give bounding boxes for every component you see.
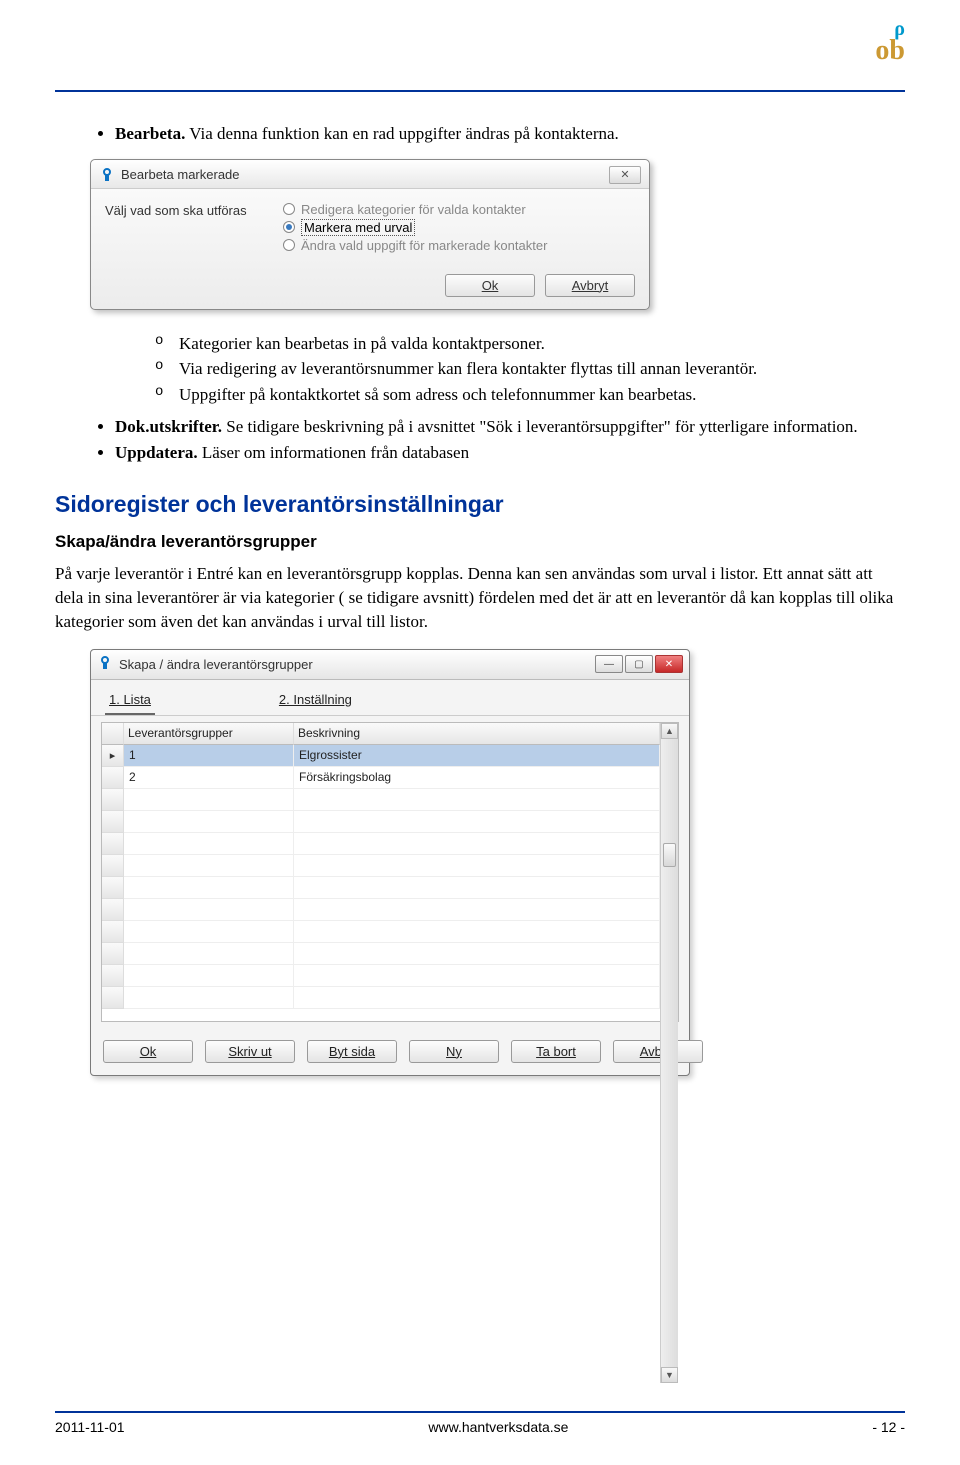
- cell-desc[interactable]: Elgrossister: [294, 745, 660, 767]
- dialog-bearbeta-markerade: Bearbeta markerade ✕ Välj vad som ska ut…: [90, 159, 650, 310]
- cell-empty[interactable]: [124, 987, 294, 1009]
- row-marker: [102, 921, 124, 943]
- brand-logo: ρ ob: [875, 20, 905, 63]
- row-marker: [102, 877, 124, 899]
- bullet-dokutskrifter: Dok.utskrifter. Se tidigare beskrivning …: [115, 415, 905, 439]
- app-icon: [97, 655, 113, 674]
- cell-empty[interactable]: [294, 855, 660, 877]
- cell-empty[interactable]: [124, 833, 294, 855]
- scroll-up-icon[interactable]: ▲: [661, 723, 678, 739]
- cell-empty[interactable]: [294, 899, 660, 921]
- close-icon[interactable]: ✕: [655, 655, 683, 673]
- row-marker: [102, 965, 124, 987]
- bullet-upp-label: Uppdatera.: [115, 443, 198, 462]
- header-rule: [55, 90, 905, 92]
- cancel-button[interactable]: Avbryt: [613, 1040, 703, 1063]
- tab-lista[interactable]: 1. Lista: [105, 688, 155, 715]
- grid-header-id: Leverantörsgrupper: [124, 723, 294, 745]
- minimize-icon[interactable]: —: [595, 655, 623, 673]
- radio-circle-icon: [283, 239, 295, 251]
- bullet-dok-text: Se tidigare beskrivning på i avsnittet "…: [222, 417, 858, 436]
- cell-empty[interactable]: [124, 921, 294, 943]
- cell-empty[interactable]: [124, 855, 294, 877]
- sub-heading: Skapa/ändra leverantörsgrupper: [55, 532, 905, 552]
- cell-empty[interactable]: [294, 965, 660, 987]
- maximize-icon[interactable]: ▢: [625, 655, 653, 673]
- bullet-bearbeta: Bearbeta. Via denna funktion kan en rad …: [115, 122, 905, 146]
- dialog1-titlebar: Bearbeta markerade ✕: [91, 160, 649, 189]
- radio-label: Redigera kategorier för valda kontakter: [301, 202, 526, 217]
- change-page-button[interactable]: Byt sida: [307, 1040, 397, 1063]
- row-marker-icon: ▸: [102, 745, 124, 767]
- cell-empty[interactable]: [294, 987, 660, 1009]
- tab-installning[interactable]: 2. Inställning: [275, 688, 356, 715]
- row-marker: [102, 987, 124, 1009]
- cell-empty[interactable]: [124, 943, 294, 965]
- radio-circle-icon: [283, 203, 295, 215]
- dialog1-options: Redigera kategorier för valda kontakter …: [283, 201, 635, 254]
- sub-item: Kategorier kan bearbetas in på valda kon…: [155, 332, 905, 356]
- delete-button[interactable]: Ta bort: [511, 1040, 601, 1063]
- bullet-dok-label: Dok.utskrifter.: [115, 417, 222, 436]
- row-marker: [102, 943, 124, 965]
- new-button[interactable]: Ny: [409, 1040, 499, 1063]
- radio-redigera-kategorier[interactable]: Redigera kategorier för valda kontakter: [283, 201, 635, 218]
- data-grid[interactable]: Leverantörsgrupper Beskrivning ▲ ▼ ▸ 1 E…: [101, 722, 679, 1022]
- sub-item: Via redigering av leverantörsnummer kan …: [155, 357, 905, 381]
- footer-page: - 12 -: [872, 1419, 905, 1435]
- cell-empty[interactable]: [124, 965, 294, 987]
- cell-empty[interactable]: [294, 943, 660, 965]
- window2-title: Skapa / ändra leverantörsgrupper: [119, 657, 595, 672]
- radio-markera-urval[interactable]: Markera med urval: [283, 218, 635, 237]
- section-heading: Sidoregister och leverantörsinställninga…: [55, 491, 905, 518]
- scroll-down-icon[interactable]: ▼: [661, 1367, 678, 1383]
- bullet-bearbeta-text: Via denna funktion kan en rad uppgifter …: [185, 124, 618, 143]
- window2-titlebar: Skapa / ändra leverantörsgrupper — ▢ ✕: [91, 650, 689, 680]
- cancel-button[interactable]: Avbryt: [545, 274, 635, 297]
- row-marker: [102, 789, 124, 811]
- cell-empty[interactable]: [294, 811, 660, 833]
- cell-id[interactable]: 2: [124, 767, 294, 789]
- app-icon: [99, 167, 115, 183]
- cell-empty[interactable]: [294, 833, 660, 855]
- print-button[interactable]: Skriv ut: [205, 1040, 295, 1063]
- dialog1-title: Bearbeta markerade: [121, 167, 609, 182]
- footer-date: 2011-11-01: [55, 1419, 125, 1435]
- ok-button[interactable]: Ok: [445, 274, 535, 297]
- cell-empty[interactable]: [294, 789, 660, 811]
- window-leverantorsgrupper: Skapa / ändra leverantörsgrupper — ▢ ✕ 1…: [90, 649, 690, 1076]
- cell-empty[interactable]: [124, 877, 294, 899]
- cell-empty[interactable]: [124, 811, 294, 833]
- cell-empty[interactable]: [294, 877, 660, 899]
- row-marker: [102, 899, 124, 921]
- footer-url: www.hantverksdata.se: [428, 1419, 568, 1435]
- dialog1-prompt: Välj vad som ska utföras: [105, 201, 265, 218]
- grid-corner: [102, 723, 124, 745]
- cell-id[interactable]: 1: [124, 745, 294, 767]
- radio-andra-uppgift[interactable]: Ändra vald uppgift för markerade kontakt…: [283, 237, 635, 254]
- cell-empty[interactable]: [124, 899, 294, 921]
- radio-label: Markera med urval: [301, 219, 415, 236]
- row-marker: [102, 767, 124, 789]
- cell-empty[interactable]: [124, 789, 294, 811]
- bullet-upp-text: Läser om informationen från databasen: [198, 443, 469, 462]
- bullet-uppdatera: Uppdatera. Läser om informationen från d…: [115, 441, 905, 465]
- row-marker: [102, 833, 124, 855]
- close-icon[interactable]: ✕: [609, 166, 641, 184]
- scrollbar[interactable]: ▲ ▼: [660, 723, 678, 1383]
- cell-empty[interactable]: [294, 921, 660, 943]
- radio-circle-icon: [283, 221, 295, 233]
- row-marker: [102, 855, 124, 877]
- scroll-thumb[interactable]: [663, 843, 676, 867]
- bullet-bearbeta-label: Bearbeta.: [115, 124, 185, 143]
- grid-header-desc: Beskrivning: [294, 723, 660, 745]
- page-footer: 2011-11-01 www.hantverksdata.se - 12 -: [55, 1411, 905, 1435]
- sub-item: Uppgifter på kontaktkortet så som adress…: [155, 383, 905, 407]
- body-paragraph: På varje leverantör i Entré kan en lever…: [55, 562, 905, 633]
- cell-desc[interactable]: Försäkringsbolag: [294, 767, 660, 789]
- ok-button[interactable]: Ok: [103, 1040, 193, 1063]
- radio-label: Ändra vald uppgift för markerade kontakt…: [301, 238, 547, 253]
- logo-bottom: ob: [875, 38, 905, 63]
- row-marker: [102, 811, 124, 833]
